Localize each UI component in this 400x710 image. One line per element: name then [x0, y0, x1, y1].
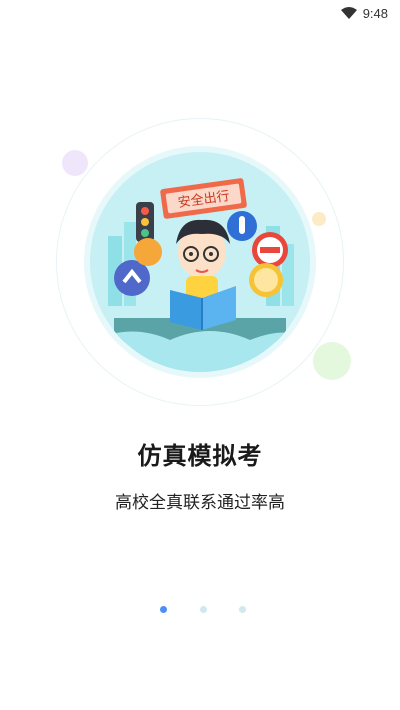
student-reading-illustration: 安全出行	[90, 178, 310, 372]
onboarding-subtitle: 高校全真联系通过率高	[115, 493, 285, 513]
page-indicator	[0, 606, 400, 616]
onboarding-title: 仿真模拟考	[137, 442, 263, 470]
page-dot[interactable]	[200, 606, 207, 613]
illustration-circle: 安全出行	[90, 152, 310, 372]
status-time: 9:48	[362, 6, 388, 21]
wifi-icon	[340, 4, 357, 23]
page-dot-active[interactable]	[160, 606, 167, 613]
status-icons: 9:48	[340, 4, 388, 23]
page-dot[interactable]	[239, 606, 246, 613]
status-bar: 9:48	[0, 0, 400, 24]
hero-illustration: 安全出行	[56, 118, 344, 406]
